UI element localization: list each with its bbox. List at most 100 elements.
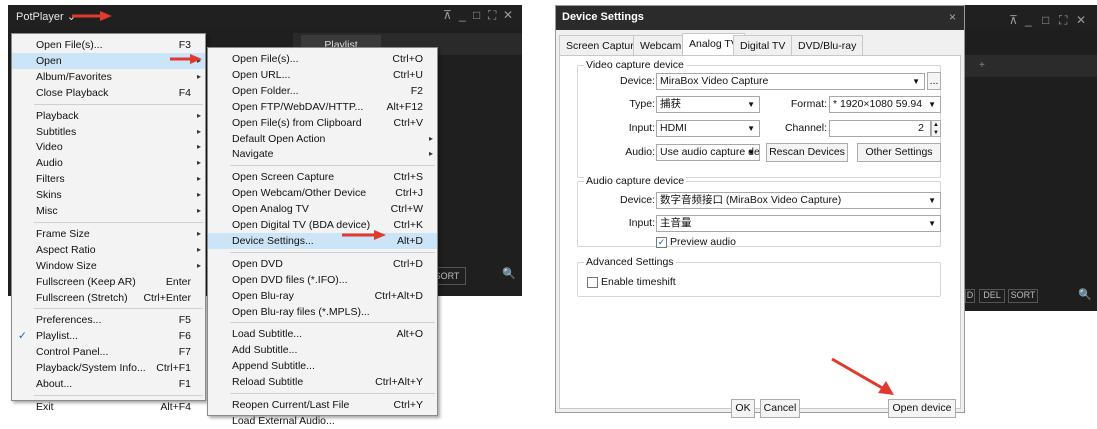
menu-item[interactable]: Fullscreen (Stretch) Ctrl+Enter	[12, 290, 205, 306]
maximize-button[interactable]: □	[473, 8, 480, 22]
other-settings-button[interactable]: Other Settings	[857, 143, 941, 162]
menu-item[interactable]: Filters ▸	[12, 171, 205, 187]
pin-icon[interactable]: ⊼	[1009, 13, 1018, 27]
menu-item[interactable]: Control Panel... F7	[12, 344, 205, 360]
menu-item[interactable]: Open Digital TV (BDA device) Ctrl+K	[208, 217, 437, 233]
submenu-arrow-icon: ▸	[196, 206, 201, 215]
menu-item[interactable]: Open DVD files (*.IFO)...	[208, 272, 437, 288]
menu-item[interactable]: Reopen Current/Last File Ctrl+Y	[208, 397, 437, 413]
fullscreen-button[interactable]: ⛶	[1059, 13, 1067, 28]
menu-item-shortcut: Enter	[165, 275, 191, 288]
channel-label: Channel:	[784, 122, 827, 134]
input-select[interactable]: HDMI ▼	[656, 120, 760, 137]
menu-item[interactable]: Fullscreen (Keep AR) Enter	[12, 274, 205, 290]
menu-item-label: Open Blu-ray files (*.MPLS)...	[232, 305, 370, 318]
menu-item[interactable]: Exit Alt+F4	[12, 399, 205, 415]
menu-item-shortcut: F1	[178, 378, 191, 390]
menu-item-shortcut: Ctrl+D	[392, 257, 423, 270]
menu-item[interactable]: Open URL... Ctrl+U	[208, 67, 437, 83]
menu-item[interactable]: Reload Subtitle Ctrl+Alt+Y	[208, 374, 437, 390]
potplayer-menu-button[interactable]: PotPlayer ⌄	[16, 10, 76, 23]
menu-item-shortcut: Ctrl+V	[393, 116, 423, 129]
tab-dvd-bluray[interactable]: DVD/Blu-ray	[791, 35, 864, 55]
tab-webcam[interactable]: Webcam	[633, 35, 689, 55]
menu-item[interactable]: Open Blu-ray files (*.MPLS)...	[208, 304, 437, 320]
menu-item[interactable]: Load Subtitle... Alt+O	[208, 326, 437, 342]
del-button[interactable]: DEL	[979, 289, 1005, 303]
enable-timeshift-checkbox[interactable]	[587, 277, 598, 288]
audio-device-select[interactable]: 数字音频接口 (MiraBox Video Capture) ▼	[656, 192, 941, 209]
audio-select[interactable]: Use audio capture de ▼	[656, 144, 760, 161]
menu-item[interactable]: Open FTP/WebDAV/HTTP... Alt+F12	[208, 99, 437, 115]
menu-item[interactable]: Open File(s) from Clipboard Ctrl+V	[208, 115, 437, 131]
sort-button[interactable]: SORT	[1008, 289, 1038, 303]
menu-item[interactable]: Append Subtitle...	[208, 358, 437, 374]
menu-item[interactable]: Audio ▸	[12, 155, 205, 171]
menu-item[interactable]: ✓ Playlist... F6	[12, 328, 205, 344]
enable-timeshift-label: Enable timeshift	[601, 276, 676, 288]
format-select[interactable]: * 1920×1080 59.94 ▼	[829, 96, 941, 113]
menu-item[interactable]: Skins ▸	[12, 187, 205, 203]
menu-item[interactable]: Navigate ▸	[208, 146, 437, 162]
channel-stepper[interactable]: ▲ ▼	[931, 120, 941, 137]
menu-item[interactable]: Window Size ▸	[12, 258, 205, 274]
pin-icon[interactable]: ⊼	[443, 8, 452, 22]
open-device-button[interactable]: Open device	[888, 399, 956, 418]
menu-item[interactable]: Open File(s)... Ctrl+O	[208, 51, 437, 67]
close-button[interactable]: ×	[949, 10, 956, 24]
audio-input-select[interactable]: 主音量 ▼	[656, 215, 941, 232]
audio-label: Audio:	[625, 146, 655, 158]
menu-item[interactable]: Video ▸	[12, 139, 205, 155]
menu-item[interactable]: Playback/System Info... Ctrl+F1	[12, 360, 205, 376]
menu-item[interactable]: Open Analog TV Ctrl+W	[208, 201, 437, 217]
menu-item[interactable]: Open DVD Ctrl+D	[208, 256, 437, 272]
menu-item[interactable]: Open File(s)... F3	[12, 37, 205, 53]
menu-item-label: Fullscreen (Keep AR)	[36, 275, 136, 288]
menu-item[interactable]: Device Settings... Alt+D	[208, 232, 437, 249]
menu-item-shortcut: Alt+D	[397, 234, 423, 247]
menu-item-label: Aspect Ratio	[36, 243, 96, 256]
menu-item[interactable]: Preferences... F5	[12, 312, 205, 328]
menu-item[interactable]: Misc ▸	[12, 203, 205, 219]
menu-item[interactable]: Open Screen Capture Ctrl+S	[208, 169, 437, 185]
menu-item-label: Open Folder...	[232, 84, 299, 97]
d-button[interactable]: D	[965, 289, 975, 303]
ok-button[interactable]: OK	[731, 399, 755, 418]
add-tab-icon[interactable]: +	[979, 60, 985, 71]
more-button[interactable]: ...	[927, 72, 941, 90]
cancel-button[interactable]: Cancel	[760, 399, 800, 418]
menu-item[interactable]: Default Open Action ▸	[208, 131, 437, 147]
search-icon[interactable]: 🔍	[1078, 288, 1092, 301]
menu-item-shortcut: Ctrl+J	[395, 187, 423, 200]
preview-audio-checkbox[interactable]: ✓	[656, 237, 667, 248]
type-select[interactable]: 捕获 ▼	[656, 96, 760, 113]
minimize-button[interactable]: _	[1025, 13, 1032, 27]
menu-item-label: Video	[36, 141, 63, 154]
menu-item[interactable]: Add Subtitle...	[208, 342, 437, 358]
fullscreen-button[interactable]: ⛶	[488, 8, 496, 23]
menu-item[interactable]: Frame Size ▸	[12, 226, 205, 242]
rescan-devices-button[interactable]: Rescan Devices	[766, 143, 848, 162]
menu-item[interactable]: Open Blu-ray Ctrl+Alt+D	[208, 288, 437, 304]
menu-item[interactable]: About... F1	[12, 376, 205, 392]
minimize-button[interactable]: _	[459, 8, 466, 22]
device-select[interactable]: MiraBox Video Capture ▼	[656, 73, 925, 90]
menu-item[interactable]: Subtitles ▸	[12, 124, 205, 140]
close-button[interactable]: ✕	[503, 8, 513, 22]
channel-input[interactable]: 2	[829, 120, 931, 137]
menu-item[interactable]: Load External Audio...	[208, 413, 437, 429]
group-label: Advanced Settings	[584, 256, 676, 268]
menu-item[interactable]: Open Webcam/Other Device Ctrl+J	[208, 185, 437, 201]
device-label: Device:	[619, 75, 655, 87]
menu-item[interactable]: Playback ▸	[12, 108, 205, 124]
menu-item-label: Filters	[36, 173, 65, 186]
tab-digital-tv[interactable]: Digital TV	[733, 35, 793, 55]
menu-item[interactable]: Close Playback F4	[12, 85, 205, 101]
search-icon[interactable]: 🔍	[502, 267, 516, 280]
menu-item-label: Playback	[36, 109, 79, 122]
menu-item[interactable]: Album/Favorites ▸	[12, 69, 205, 85]
menu-item[interactable]: Open Folder... F2	[208, 83, 437, 99]
menu-item[interactable]: Aspect Ratio ▸	[12, 242, 205, 258]
close-button[interactable]: ✕	[1076, 13, 1086, 27]
maximize-button[interactable]: □	[1042, 13, 1049, 27]
